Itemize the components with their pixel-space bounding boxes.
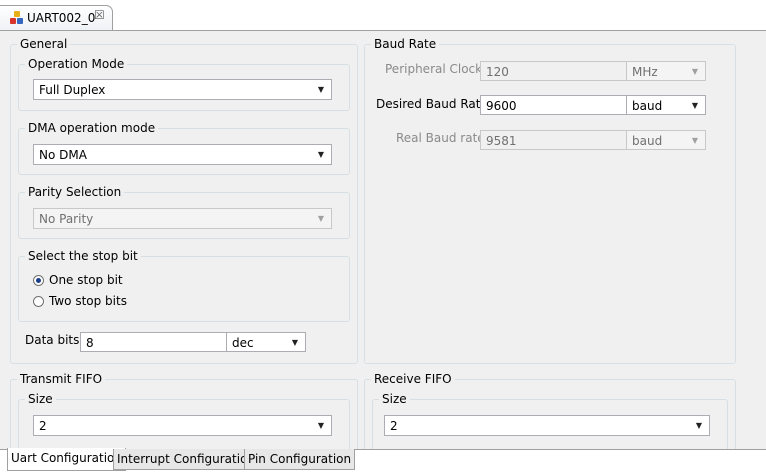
parity-value: No Parity <box>39 212 94 226</box>
chevron-down-icon: ▼ <box>695 421 703 430</box>
chevron-down-icon: ▼ <box>691 101 699 110</box>
peripheral-clock-unit: MHz <box>632 65 658 79</box>
chevron-down-icon: ▼ <box>691 136 699 145</box>
transmit-fifo-legend: Transmit FIFO <box>20 372 103 386</box>
one-stop-bit-radio[interactable] <box>33 275 44 286</box>
receive-fifo-size-value: 2 <box>390 419 398 433</box>
tab-pin-configuration[interactable]: Pin Configuration <box>244 449 356 470</box>
chevron-down-icon: ▼ <box>317 214 325 223</box>
real-baud-rate-input[interactable]: 9581 <box>480 130 627 150</box>
dma-mode-legend: DMA operation mode <box>28 121 156 135</box>
two-stop-bits-label[interactable]: Two stop bits <box>49 294 127 308</box>
chevron-down-icon: ▼ <box>291 338 299 347</box>
two-stop-bits-radio[interactable] <box>33 296 44 307</box>
one-stop-bit-label[interactable]: One stop bit <box>49 273 123 287</box>
data-bits-label: Data bits <box>25 333 80 347</box>
chevron-down-icon: ▼ <box>691 67 699 76</box>
baud-rate-legend: Baud Rate <box>374 37 437 51</box>
configuration-panel: General Operation Mode Full Duplex ▼ DMA… <box>0 31 766 462</box>
stop-bit-legend: Select the stop bit <box>28 249 138 263</box>
operation-mode-select[interactable]: Full Duplex ▼ <box>33 79 332 100</box>
data-bits-format-select[interactable]: dec ▼ <box>226 332 306 352</box>
parity-legend: Parity Selection <box>28 185 122 199</box>
close-icon[interactable]: ☒ <box>94 8 105 22</box>
dma-mode-value: No DMA <box>39 148 87 162</box>
baud-rate-group: Baud Rate <box>364 37 736 364</box>
data-bits-input[interactable]: 8 <box>80 332 227 352</box>
peripheral-clock-input[interactable]: 120 <box>480 61 627 81</box>
desired-baud-rate-input[interactable]: 9600 <box>480 95 627 115</box>
operation-mode-value: Full Duplex <box>39 83 106 97</box>
real-baud-rate-unit-select[interactable]: baud ▼ <box>626 130 706 150</box>
tab-uart-configuration[interactable]: Uart Configuration <box>7 448 126 471</box>
chevron-down-icon: ▼ <box>317 85 325 94</box>
desired-baud-rate-unit: baud <box>632 99 663 113</box>
desired-baud-rate-label: Desired Baud Rate <box>376 97 488 111</box>
tab-interrupt-configuration[interactable]: Interrupt Configuration <box>113 449 260 470</box>
peripheral-clock-label: Peripheral Clock <box>385 62 483 76</box>
chevron-down-icon: ▼ <box>317 421 325 430</box>
operation-mode-legend: Operation Mode <box>28 57 125 71</box>
chevron-down-icon: ▼ <box>317 150 325 159</box>
data-bits-format-value: dec <box>232 336 254 350</box>
transmit-fifo-size-value: 2 <box>39 419 47 433</box>
peripheral-clock-unit-select[interactable]: MHz ▼ <box>626 61 706 81</box>
transmit-fifo-size-select[interactable]: 2 ▼ <box>33 415 332 436</box>
dma-mode-select[interactable]: No DMA ▼ <box>33 144 332 165</box>
editor-tab-title: UART002_0 <box>27 11 96 25</box>
general-legend: General <box>20 37 68 51</box>
real-baud-rate-label: Real Baud rate <box>396 131 485 145</box>
receive-fifo-size-select[interactable]: 2 ▼ <box>384 415 710 436</box>
component-icon <box>10 11 24 25</box>
editor-tab-strip <box>0 0 766 31</box>
transmit-fifo-size-legend: Size <box>28 392 53 406</box>
real-baud-rate-unit: baud <box>632 134 663 148</box>
receive-fifo-size-legend: Size <box>382 392 407 406</box>
receive-fifo-legend: Receive FIFO <box>374 372 452 386</box>
parity-select[interactable]: No Parity ▼ <box>33 208 332 229</box>
desired-baud-rate-unit-select[interactable]: baud ▼ <box>626 95 706 115</box>
